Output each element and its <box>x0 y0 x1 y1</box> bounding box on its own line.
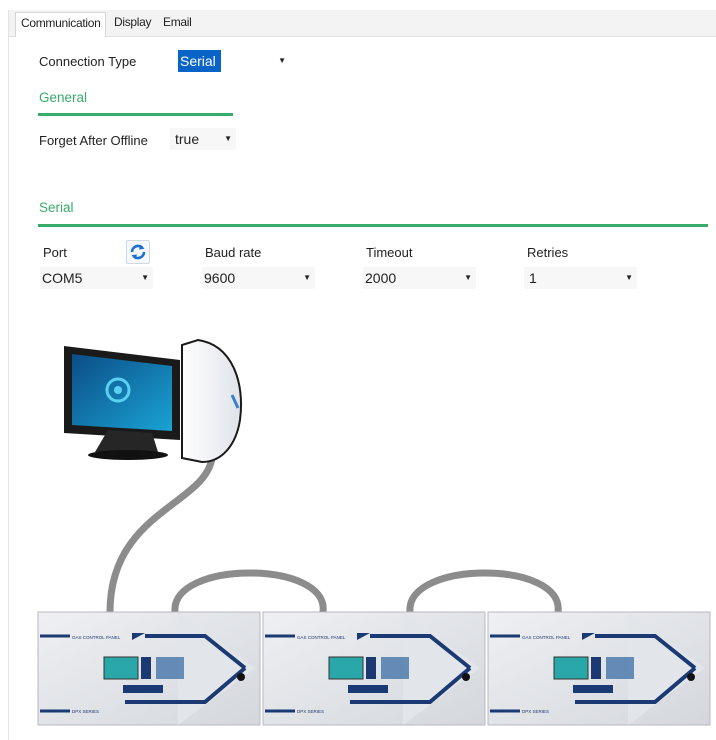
tab-bar: Communication Display Email <box>9 10 716 37</box>
connection-type-select[interactable]: Serial ▼ <box>178 50 290 72</box>
cables <box>106 454 562 616</box>
chevron-down-icon: ▼ <box>224 134 232 143</box>
timeout-select[interactable]: 2000 ▼ <box>363 267 476 289</box>
tab-communication[interactable]: Communication <box>15 12 107 37</box>
panel-3-series: DPX SERIES <box>522 709 549 714</box>
chevron-down-icon: ▼ <box>625 273 633 282</box>
refresh-icon <box>130 244 146 260</box>
refresh-ports-button[interactable] <box>126 240 150 264</box>
gas-control-panel-3: GAS CONTROL PANEL DPX SERIES <box>487 611 711 726</box>
retries-label: Retries <box>527 245 569 260</box>
panel-2-title: GAS CONTROL PANEL <box>297 635 346 640</box>
general-section-title: General <box>39 90 88 105</box>
serial-divider <box>38 224 708 227</box>
panel-1-title: GAS CONTROL PANEL <box>72 635 121 640</box>
left-border <box>8 10 9 740</box>
tab-display[interactable]: Display <box>111 15 154 29</box>
wiring-diagram: GAS CONTROL PANEL DPX SERIES GAS CONTROL… <box>37 338 711 726</box>
chevron-down-icon: ▼ <box>464 273 472 282</box>
timeout-value: 2000 <box>365 270 397 286</box>
tab-email[interactable]: Email <box>160 15 195 29</box>
timeout-label: Timeout <box>366 245 413 260</box>
baud-rate-value: 9600 <box>204 270 236 286</box>
chevron-down-icon: ▼ <box>278 56 286 65</box>
connection-type-label: Connection Type <box>39 54 137 69</box>
forget-after-offline-value: true <box>175 131 200 147</box>
computer-icon <box>64 338 242 464</box>
serial-section-title: Serial <box>39 200 74 215</box>
baud-rate-select[interactable]: 9600 ▼ <box>202 267 315 289</box>
panel-2-series: DPX SERIES <box>297 709 324 714</box>
gas-control-panel-2: GAS CONTROL PANEL DPX SERIES <box>262 611 486 726</box>
panel-1-series: DPX SERIES <box>72 709 99 714</box>
port-value: COM5 <box>42 270 83 286</box>
retries-value: 1 <box>529 270 537 286</box>
connection-type-value: Serial <box>178 50 221 72</box>
panel-3-title: GAS CONTROL PANEL <box>522 635 571 640</box>
forget-after-offline-label: Forget After Offline <box>39 133 148 148</box>
general-divider <box>38 113 233 116</box>
gas-control-panel-1: GAS CONTROL PANEL DPX SERIES <box>37 611 261 726</box>
baud-rate-label: Baud rate <box>205 245 262 260</box>
chevron-down-icon: ▼ <box>141 273 149 282</box>
port-label: Port <box>43 245 67 260</box>
port-select[interactable]: COM5 ▼ <box>40 267 153 289</box>
forget-after-offline-select[interactable]: true ▼ <box>170 128 236 150</box>
retries-select[interactable]: 1 ▼ <box>524 267 637 289</box>
chevron-down-icon: ▼ <box>303 273 311 282</box>
